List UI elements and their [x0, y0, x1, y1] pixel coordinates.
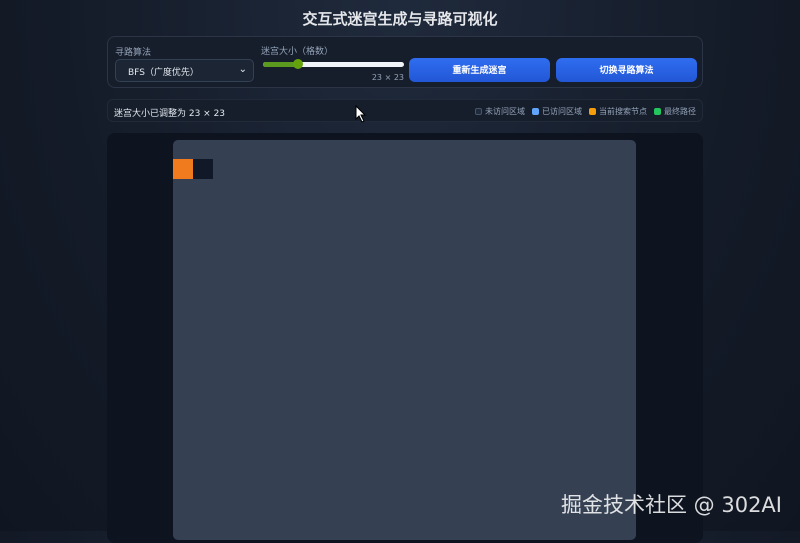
- algorithm-label: 寻路算法: [115, 48, 152, 58]
- algorithm-value: BFS（广度优先）: [128, 68, 199, 78]
- size-label: 迷宫大小（格数）: [261, 47, 334, 57]
- start-cell: [173, 159, 193, 179]
- legend-item-visited: 已访问区域: [532, 106, 582, 117]
- watermark: 掘金技术社区 @ 302AI: [561, 493, 782, 517]
- legend-item-path: 最终路径: [654, 106, 696, 117]
- legend: 未访问区域 已访问区域 当前搜索节点 最终路径: [475, 106, 696, 117]
- visited-swatch: [532, 108, 539, 115]
- control-panel: 寻路算法 BFS（广度优先） ⌄ 迷宫大小（格数） 23 × 23 重新生成迷宫 …: [107, 36, 703, 88]
- size-value: 23 × 23: [371, 73, 404, 82]
- legend-item-current: 当前搜索节点: [589, 106, 647, 117]
- path-swatch: [654, 108, 661, 115]
- wall-cell: [193, 159, 213, 179]
- maze-canvas-panel: [107, 133, 703, 543]
- slider-handle[interactable]: [293, 59, 304, 69]
- legend-label: 已访问区域: [542, 107, 582, 116]
- maze-board[interactable]: [173, 140, 636, 540]
- status-message: 迷宫大小已调整为 23 × 23: [114, 109, 226, 119]
- legend-label: 未访问区域: [485, 107, 525, 116]
- page-title: 交互式迷宫生成与寻路可视化: [302, 10, 498, 28]
- chevron-down-icon: ⌄: [238, 64, 247, 75]
- legend-label: 当前搜索节点: [599, 107, 647, 116]
- legend-label: 最终路径: [664, 107, 696, 116]
- current-swatch: [589, 108, 596, 115]
- mouse-cursor-icon: [355, 105, 367, 123]
- regenerate-maze-button[interactable]: 重新生成迷宫: [409, 58, 550, 82]
- unvisited-swatch: [475, 108, 482, 115]
- size-slider[interactable]: [263, 59, 404, 69]
- algorithm-select[interactable]: BFS（广度优先） ⌄: [115, 59, 254, 82]
- legend-item-unvisited: 未访问区域: [475, 106, 525, 117]
- switch-algorithm-button[interactable]: 切换寻路算法: [556, 58, 697, 82]
- status-bar: 迷宫大小已调整为 23 × 23 未访问区域 已访问区域 当前搜索节点 最终路径: [107, 99, 703, 122]
